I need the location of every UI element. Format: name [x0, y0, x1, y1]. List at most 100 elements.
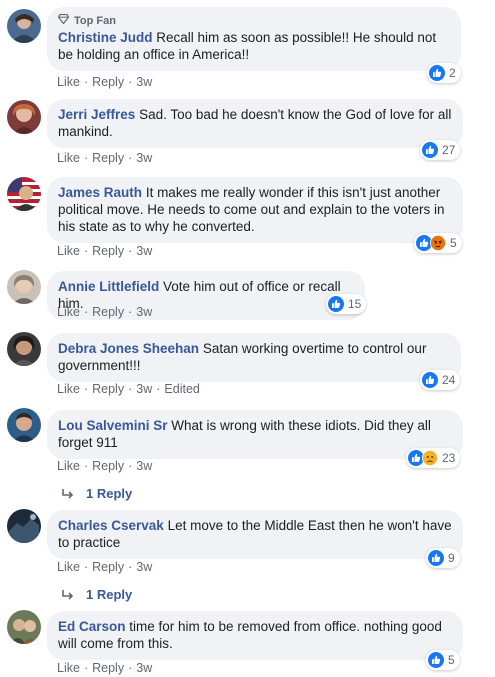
reply-button[interactable]: Reply: [92, 382, 124, 396]
separator: ·: [128, 75, 133, 89]
separator: ·: [83, 560, 89, 574]
separator: ·: [128, 560, 133, 574]
reaction-count: 5: [450, 236, 457, 250]
avatar[interactable]: [7, 100, 41, 134]
timestamp[interactable]: 3w: [136, 305, 152, 319]
comment-actions: Like · Reply · 3w: [57, 305, 152, 319]
comment-actions: Like · Reply · 3w: [57, 661, 152, 675]
like-button[interactable]: Like: [57, 75, 80, 89]
separator: ·: [83, 305, 89, 319]
like-reaction-icon: [422, 372, 438, 388]
separator: ·: [128, 151, 133, 165]
separator: ·: [128, 244, 133, 258]
reaction-summary[interactable]: 15: [326, 294, 367, 314]
comment-actions: Like · Reply · 3w: [57, 560, 152, 574]
avatar[interactable]: [7, 270, 41, 304]
reaction-count: 15: [348, 297, 362, 311]
like-button[interactable]: Like: [57, 305, 80, 319]
comment-bubble: Top Fan Christine Judd Recall him as soo…: [47, 7, 461, 71]
timestamp[interactable]: 3w: [136, 244, 152, 258]
sad-reaction-icon: [422, 450, 438, 466]
comment-bubble: James Rauth It makes me really wonder if…: [47, 177, 463, 243]
reaction-summary[interactable]: 27: [420, 140, 461, 160]
separator: ·: [83, 661, 89, 675]
like-button[interactable]: Like: [57, 151, 80, 165]
avatar[interactable]: [7, 509, 41, 543]
like-reaction-icon: [428, 652, 444, 668]
like-reaction-icon: [429, 65, 445, 81]
comment-actions: Like · Reply · 3w: [57, 244, 152, 258]
comment-author[interactable]: Lou Salvemini Sr: [58, 418, 168, 433]
reply-button[interactable]: Reply: [92, 305, 124, 319]
like-button[interactable]: Like: [57, 244, 80, 258]
separator: ·: [83, 382, 89, 396]
avatar[interactable]: [7, 177, 41, 211]
separator: ·: [83, 459, 89, 473]
reply-button[interactable]: Reply: [92, 459, 124, 473]
reply-button[interactable]: Reply: [92, 244, 124, 258]
comment-author[interactable]: Debra Jones Sheehan: [58, 341, 199, 356]
comment-bubble: Jerri Jeffres Sad. Too bad he doesn't kn…: [47, 99, 463, 148]
reply-button[interactable]: Reply: [92, 75, 124, 89]
reaction-summary[interactable]: 9: [426, 548, 460, 568]
view-replies-link[interactable]: 1 Reply: [62, 587, 132, 603]
timestamp[interactable]: 3w: [136, 75, 152, 89]
avatar[interactable]: [7, 610, 41, 644]
reaction-summary[interactable]: 5: [414, 233, 462, 253]
comment-actions: Like · Reply · 3w · Edited: [57, 382, 200, 396]
angry-reaction-icon: [430, 235, 446, 251]
like-button[interactable]: Like: [57, 459, 80, 473]
separator: ·: [128, 382, 133, 396]
edited-label[interactable]: Edited: [164, 382, 199, 396]
badge-label: Top Fan: [74, 14, 116, 27]
view-replies-link[interactable]: 1 Reply: [62, 486, 132, 502]
separator: ·: [156, 382, 161, 396]
like-button[interactable]: Like: [57, 382, 80, 396]
like-reaction-icon: [428, 550, 444, 566]
comment-bubble: Debra Jones Sheehan Satan working overti…: [47, 333, 461, 382]
separator: ·: [128, 459, 133, 473]
avatar[interactable]: [7, 9, 41, 43]
like-button[interactable]: Like: [57, 560, 80, 574]
avatar[interactable]: [7, 408, 41, 442]
reaction-count: 5: [448, 653, 455, 667]
comment-actions: Like · Reply · 3w: [57, 75, 152, 89]
timestamp[interactable]: 3w: [136, 661, 152, 675]
reply-button[interactable]: Reply: [92, 560, 124, 574]
timestamp[interactable]: 3w: [136, 151, 152, 165]
replies-count-label[interactable]: 1 Reply: [86, 587, 132, 603]
reaction-summary[interactable]: 2: [427, 63, 461, 83]
comment-bubble: Lou Salvemini Sr What is wrong with thes…: [47, 410, 463, 459]
reply-button[interactable]: Reply: [92, 151, 124, 165]
timestamp[interactable]: 3w: [136, 382, 152, 396]
comment-actions: Like · Reply · 3w: [57, 459, 152, 473]
reply-button[interactable]: Reply: [92, 661, 124, 675]
comment-author[interactable]: Annie Littlefield: [58, 279, 159, 294]
reaction-count: 23: [442, 451, 456, 465]
reaction-count: 2: [449, 66, 456, 80]
comment-author[interactable]: Ed Carson: [58, 619, 126, 634]
top-fan-badge: Top Fan: [57, 13, 450, 27]
comment-author[interactable]: Charles Cservak: [58, 518, 164, 533]
timestamp[interactable]: 3w: [136, 560, 152, 574]
comment-actions: Like · Reply · 3w: [57, 151, 152, 165]
replies-count-label[interactable]: 1 Reply: [86, 486, 132, 502]
reply-arrow-icon: [62, 589, 76, 601]
like-button[interactable]: Like: [57, 661, 80, 675]
reaction-summary[interactable]: 5: [426, 650, 460, 670]
reaction-count: 9: [448, 551, 455, 565]
comment-author[interactable]: Jerri Jeffres: [58, 107, 135, 122]
separator: ·: [128, 305, 133, 319]
avatar[interactable]: [7, 332, 41, 366]
comment-author[interactable]: James Rauth: [58, 185, 142, 200]
comment-bubble: Charles Cservak Let move to the Middle E…: [47, 510, 463, 559]
separator: ·: [83, 75, 89, 89]
reaction-count: 27: [442, 143, 456, 157]
reaction-count: 24: [442, 373, 456, 387]
reaction-summary[interactable]: 24: [420, 370, 461, 390]
reaction-summary[interactable]: 23: [406, 448, 461, 468]
timestamp[interactable]: 3w: [136, 459, 152, 473]
comment-author[interactable]: Christine Judd: [58, 30, 153, 45]
separator: ·: [83, 151, 89, 165]
separator: ·: [128, 661, 133, 675]
